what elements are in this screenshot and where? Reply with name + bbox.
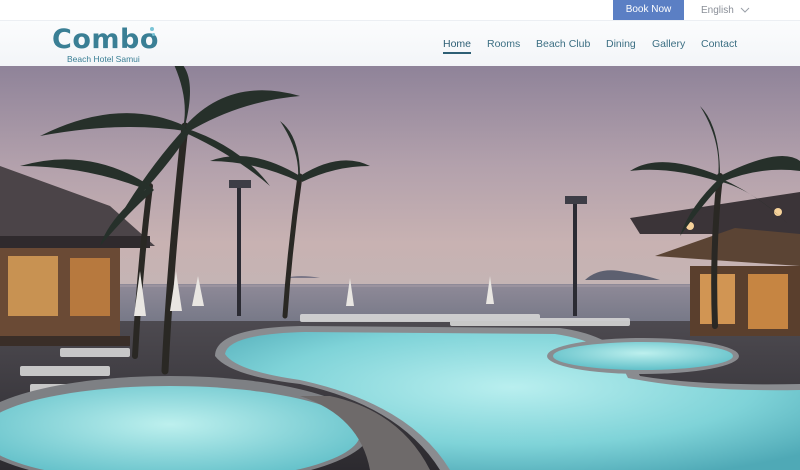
top-utility-bar: Book Now English	[0, 0, 800, 20]
language-label: English	[701, 4, 734, 16]
logo-bubble-icon	[152, 33, 155, 36]
nav-item-dining[interactable]: Dining	[606, 37, 636, 51]
hero-image	[0, 66, 800, 470]
language-selector[interactable]: English	[701, 0, 750, 20]
active-nav-indicator	[443, 52, 472, 54]
hero-scene	[0, 66, 800, 470]
chevron-down-icon	[740, 7, 750, 13]
nav-item-gallery[interactable]: Gallery	[652, 37, 685, 51]
site-header: Combo Beach Hotel Samui Home Rooms Beach…	[0, 20, 800, 66]
main-navigation: Home Rooms Beach Club Dining Gallery Con…	[0, 37, 800, 57]
nav-item-contact[interactable]: Contact	[701, 37, 737, 51]
nav-item-label: Home	[443, 38, 472, 50]
nav-item-beach-club[interactable]: Beach Club	[536, 37, 590, 51]
nav-item-home[interactable]: Home	[443, 37, 472, 54]
logo-bubble-icon	[150, 27, 154, 31]
nav-item-rooms[interactable]: Rooms	[487, 37, 520, 51]
book-now-button[interactable]: Book Now	[613, 0, 684, 20]
